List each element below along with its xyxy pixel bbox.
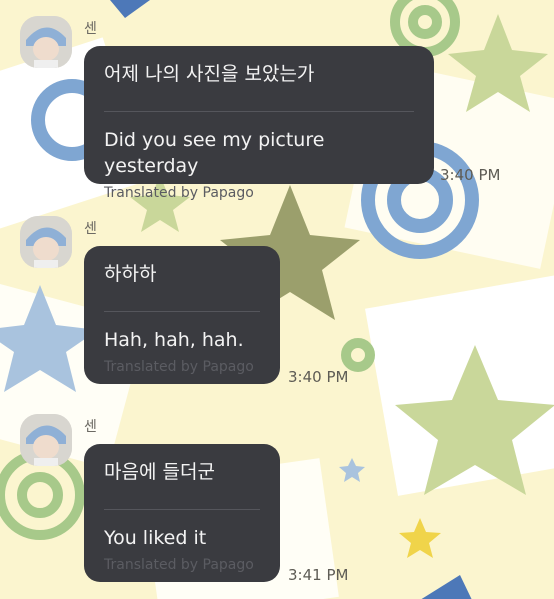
message-bubble[interactable]: 어제 나의 사진을 보았는가 Did you see my picture ye…	[84, 46, 434, 201]
translated-text: Hah, hah, hah.	[104, 329, 244, 351]
avatar[interactable]	[20, 414, 72, 466]
sender-name: 센	[84, 221, 97, 237]
avatar-photo-icon	[20, 16, 72, 68]
message-timestamp: 3:40 PM	[440, 166, 501, 184]
avatar[interactable]	[20, 16, 72, 68]
message-bubble[interactable]: 하하하 Hah, hah, hah. Translated by Papago	[84, 246, 280, 384]
translated-text: You liked it	[104, 527, 207, 549]
translation-credit: Translated by Papago	[104, 557, 254, 573]
translation-credit: Translated by Papago	[104, 185, 254, 201]
original-text: 마음에 들더군	[104, 461, 215, 483]
message-timestamp: 3:40 PM	[288, 368, 349, 386]
sender-name: 센	[84, 21, 97, 37]
translation-credit: Translated by Papago	[104, 359, 254, 375]
avatar[interactable]	[20, 216, 72, 268]
original-text: 어제 나의 사진을 보았는가	[104, 63, 315, 85]
original-text: 하하하	[104, 263, 157, 285]
chat-view: 센 어제 나의 사진을 보았는가 Did you see my picture …	[0, 0, 554, 599]
message-timestamp: 3:41 PM	[288, 566, 349, 584]
avatar-photo-icon	[20, 414, 72, 466]
sender-name: 센	[84, 419, 97, 435]
message-bubble[interactable]: 마음에 들더군 You liked it Translated by Papag…	[84, 444, 280, 582]
avatar-photo-icon	[20, 216, 72, 268]
translated-text: Did you see my picture yesterday	[104, 129, 325, 177]
